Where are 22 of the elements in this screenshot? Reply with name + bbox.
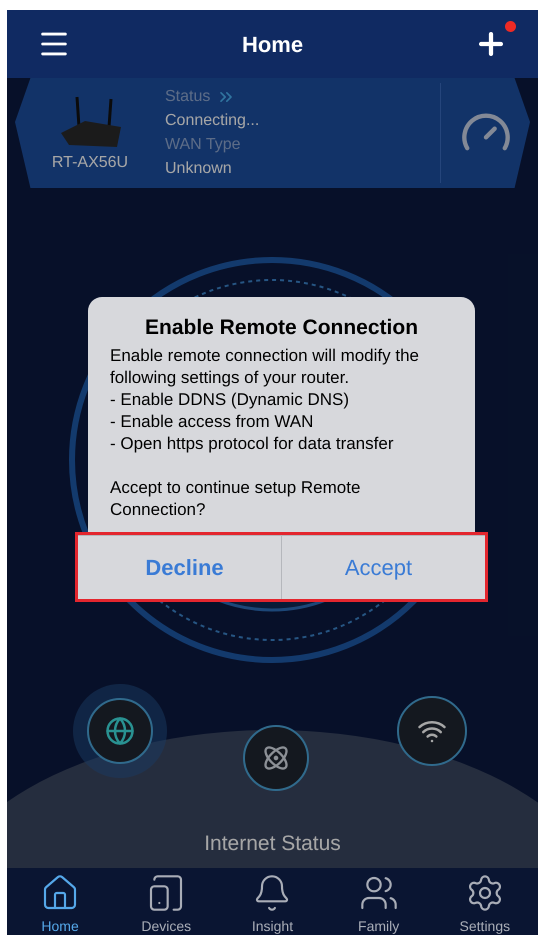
tab[interactable]: Home bbox=[15, 873, 106, 935]
tab[interactable]: Family bbox=[334, 873, 424, 935]
dialog-message: Enable remote connection will modify the following settings of your router. bbox=[110, 345, 420, 389]
tab[interactable]: Settings bbox=[440, 873, 530, 935]
wan-type-label: WAN Type bbox=[165, 135, 242, 155]
dialog-list-item: - Open https protocol for data transfer bbox=[110, 433, 394, 455]
page-title: Home bbox=[242, 30, 304, 58]
dialog-list-item: - Enable DDNS (Dynamic DNS) bbox=[110, 389, 350, 411]
router-model: RT-AX56U bbox=[52, 153, 128, 173]
tab[interactable]: Devices bbox=[121, 873, 212, 935]
atom-icon bbox=[262, 744, 290, 772]
wan-type-value: Unknown bbox=[165, 159, 233, 179]
globe-icon bbox=[105, 716, 135, 746]
dialog-list-item: - Enable access from WAN bbox=[110, 411, 314, 433]
tab[interactable]: Insight bbox=[227, 873, 318, 935]
dialog-question: Accept to continue setup Remote Connection? bbox=[110, 477, 362, 521]
router-card[interactable]: RT-AX56U Status Connecting... WAN Type Unknown bbox=[15, 78, 530, 188]
status-value: Connecting... bbox=[165, 111, 260, 131]
status-label: Status bbox=[165, 87, 210, 107]
globe-button[interactable] bbox=[87, 698, 153, 764]
internet-status-label: Internet Status bbox=[203, 831, 342, 857]
dialog-title: Enable Remote Connection bbox=[144, 317, 420, 339]
